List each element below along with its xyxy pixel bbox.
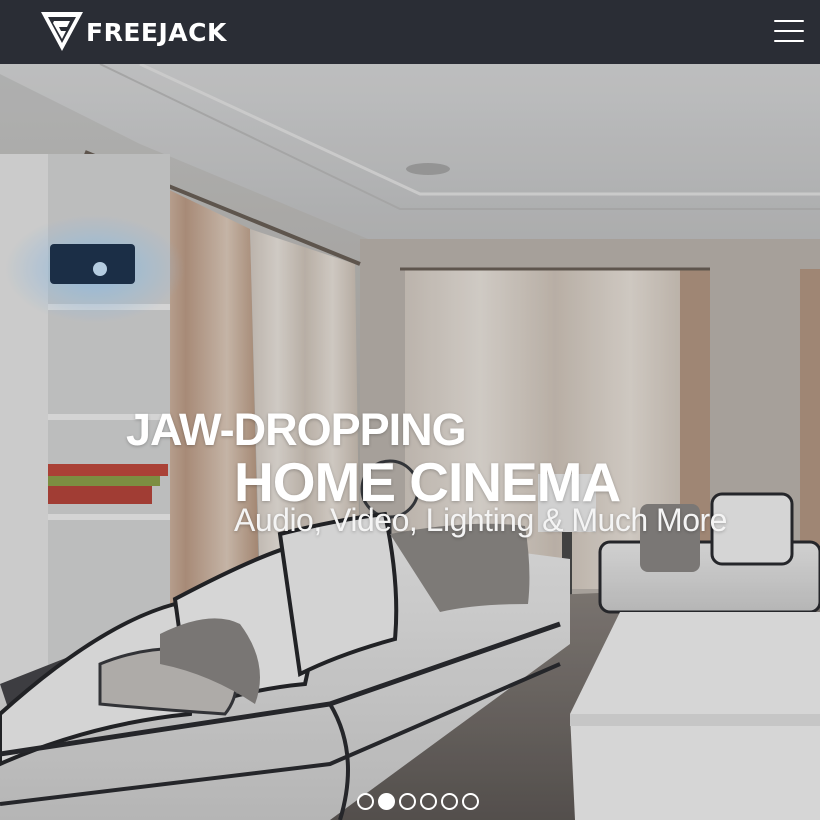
hero-headline-line1: JAW-DROPPING [126, 404, 467, 455]
hero-slider: JAW-DROPPING HOME CINEMA Audio, Video, L… [0, 64, 820, 820]
freejack-logo-icon [41, 12, 83, 51]
top-navbar: FREEJACK [0, 0, 820, 64]
brand-name: FREEJACK [86, 17, 227, 47]
carousel-dot-4[interactable] [420, 793, 437, 810]
page: FREEJACK JAW-DROPPING HOME CINEMA Audio,… [0, 0, 820, 820]
carousel-dot-1[interactable] [357, 793, 374, 810]
carousel-dot-3[interactable] [399, 793, 416, 810]
carousel-dot-5[interactable] [441, 793, 458, 810]
hamburger-menu-icon[interactable] [772, 18, 806, 44]
carousel-pagination [357, 793, 479, 811]
hero-subheadline: Audio, Video, Lighting & Much More [234, 502, 727, 538]
brand-logo[interactable]: FREEJACK [40, 10, 227, 54]
carousel-dot-6[interactable] [462, 793, 479, 810]
carousel-dot-2-active[interactable] [378, 793, 395, 810]
